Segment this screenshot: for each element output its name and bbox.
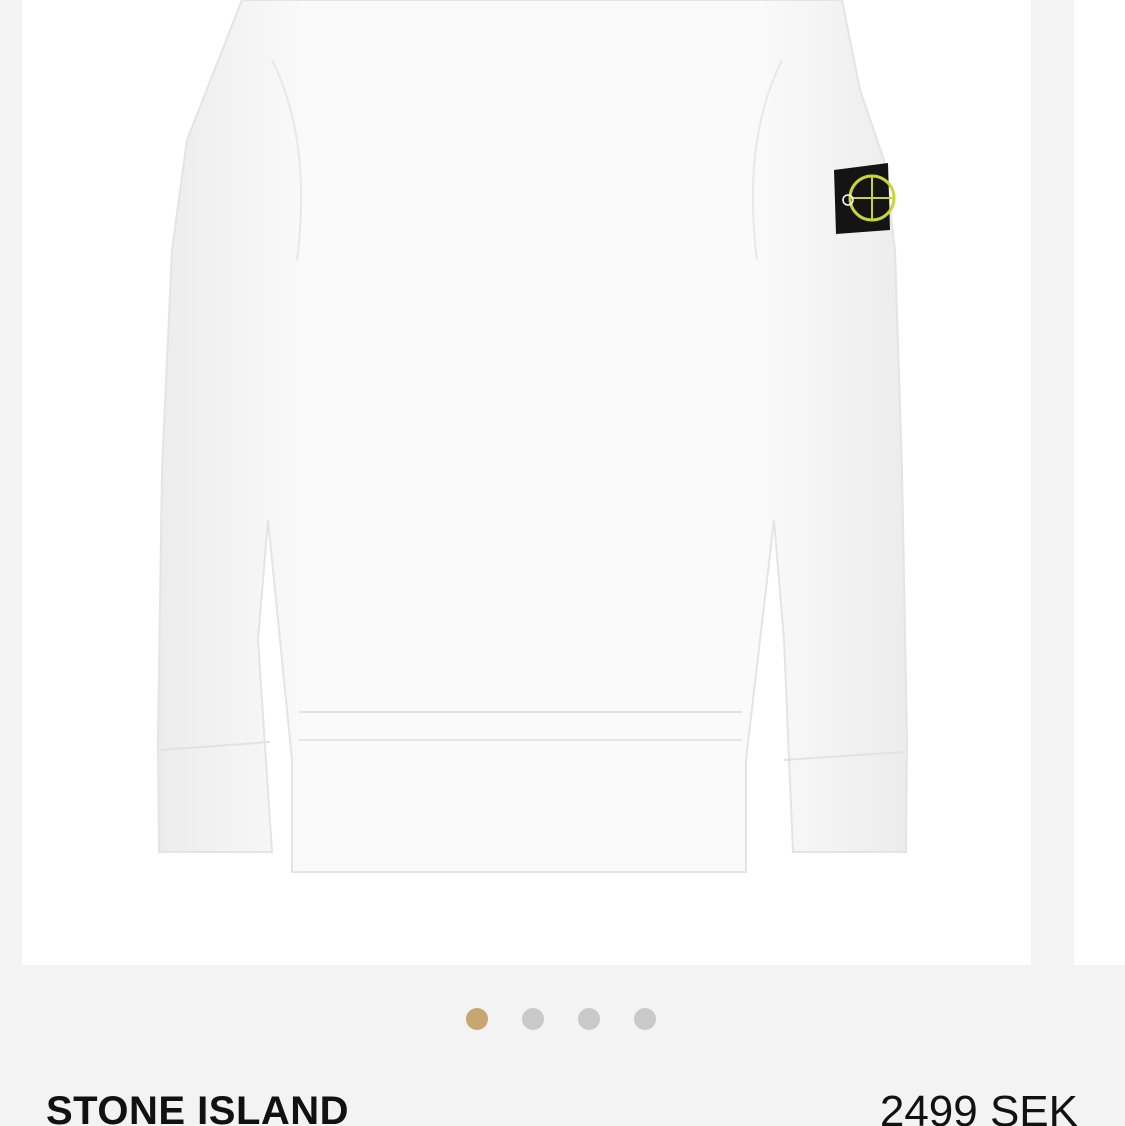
gallery-slide-current[interactable] — [22, 0, 1031, 965]
image-gallery[interactable] — [0, 0, 1125, 975]
product-brand[interactable]: STONE ISLAND — [46, 1089, 349, 1126]
gallery-slide-next[interactable] — [1074, 0, 1125, 965]
gallery-dot-3[interactable] — [578, 1008, 600, 1030]
product-image — [156, 0, 909, 873]
gallery-dot-4[interactable] — [634, 1008, 656, 1030]
compass-badge-icon — [834, 163, 896, 234]
gallery-dot-1[interactable] — [466, 1008, 488, 1030]
product-page: STONE ISLAND 2499 SEK — [0, 0, 1125, 1126]
gallery-pagination — [466, 1008, 656, 1030]
product-price: 2499 SEK — [879, 1087, 1078, 1126]
gallery-dot-2[interactable] — [522, 1008, 544, 1030]
